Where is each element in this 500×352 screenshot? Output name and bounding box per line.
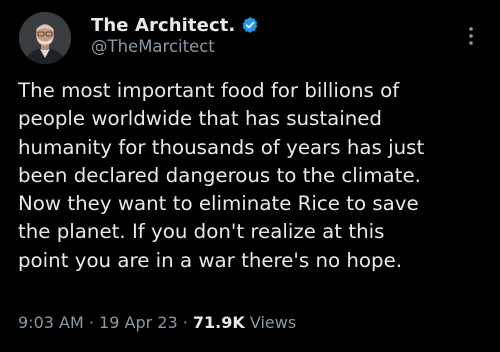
tweet-line: been declared dangerous to the climate. — [18, 163, 421, 187]
verified-badge-icon — [241, 16, 259, 34]
author-handle[interactable]: @TheMarcitect — [91, 37, 215, 56]
separator: · — [88, 313, 94, 332]
tweet-date[interactable]: 19 Apr 23 — [99, 313, 178, 332]
tweet-text: The most important food for billions of … — [18, 77, 494, 275]
tweet-card: The Architect. @TheMarcitect The most im… — [0, 0, 500, 352]
tweet-line: point you are in a war there's no hope. — [18, 248, 403, 272]
views-count[interactable]: 71.9K — [193, 313, 245, 332]
tweet-line: the planet. If you don't realize at this — [18, 220, 385, 244]
tweet-line: humanity for thousands of years has just — [18, 135, 425, 159]
tweet-line: people worldwide that has sustained — [18, 107, 382, 131]
tweet-line: Now they want to eliminate Rice to save — [18, 192, 419, 216]
tweet-time[interactable]: 9:03 AM — [18, 313, 84, 332]
more-options-icon[interactable] — [468, 26, 474, 46]
tweet-meta: 9:03 AM · 19 Apr 23 · 71.9K Views — [18, 313, 296, 332]
author-name-row: The Architect. — [91, 12, 259, 38]
avatar[interactable] — [19, 12, 71, 64]
author-display-name[interactable]: The Architect. — [91, 15, 235, 36]
tweet-line: The most important food for billions of — [18, 79, 400, 102]
views-label[interactable]: Views — [250, 313, 296, 332]
separator: · — [182, 313, 188, 332]
avatar-photo — [19, 12, 71, 64]
